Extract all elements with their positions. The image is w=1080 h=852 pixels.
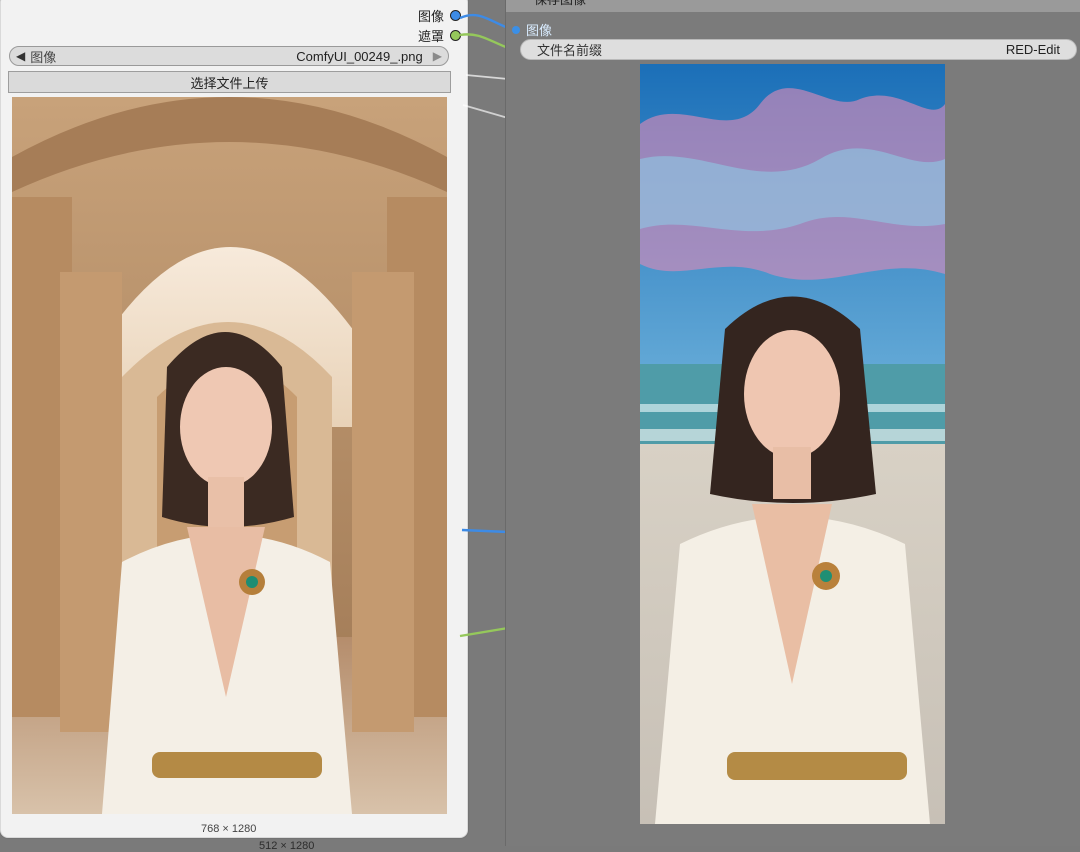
input-slot-image[interactable]: 图像 [512, 20, 552, 39]
input-dot-image[interactable] [512, 25, 520, 34]
beach-photo-illustration [640, 64, 945, 824]
load-image-node[interactable]: 图像 遮罩 ◀ 图像 ComfyUI_00249_.png ▶ 选择文件上传 7… [0, 0, 468, 838]
filename-prefix-field[interactable]: 文件名前缀 RED-Edit [520, 39, 1077, 60]
save-image-titlebar[interactable] [506, 0, 1080, 12]
output-label-image: 图像 [417, 8, 444, 24]
arch-photo-illustration [12, 97, 447, 814]
output-label-mask: 遮罩 [417, 28, 444, 44]
file-widget-value: ComfyUI_00249_.png [296, 48, 423, 64]
file-widget-label: 图像 [30, 49, 57, 65]
left-image-dimensions: 768 × 1280 [201, 823, 257, 835]
node-links [459, 13, 509, 638]
right-image-dimensions: 512 × 1280 [259, 840, 315, 852]
image-preview-left [12, 97, 447, 814]
save-image-title: 保存图像 [534, 0, 586, 8]
graph-canvas[interactable]: 图像 遮罩 ◀ 图像 ComfyUI_00249_.png ▶ 选择文件上传 7… [0, 0, 1080, 852]
image-preview-right [640, 64, 945, 824]
upload-button[interactable]: 选择文件上传 [8, 71, 451, 93]
input-label-image: 图像 [526, 23, 553, 38]
prev-arrow-icon[interactable]: ◀ [16, 49, 25, 63]
save-image-node[interactable]: 保存图像 图像 文件名前缀 RED-Edit [505, 0, 1080, 846]
filename-prefix-label: 文件名前缀 [537, 43, 603, 58]
image-file-combo[interactable]: ◀ 图像 ComfyUI_00249_.png ▶ [9, 46, 449, 66]
next-arrow-icon[interactable]: ▶ [433, 49, 442, 63]
filename-prefix-value: RED-Edit [1005, 42, 1060, 57]
